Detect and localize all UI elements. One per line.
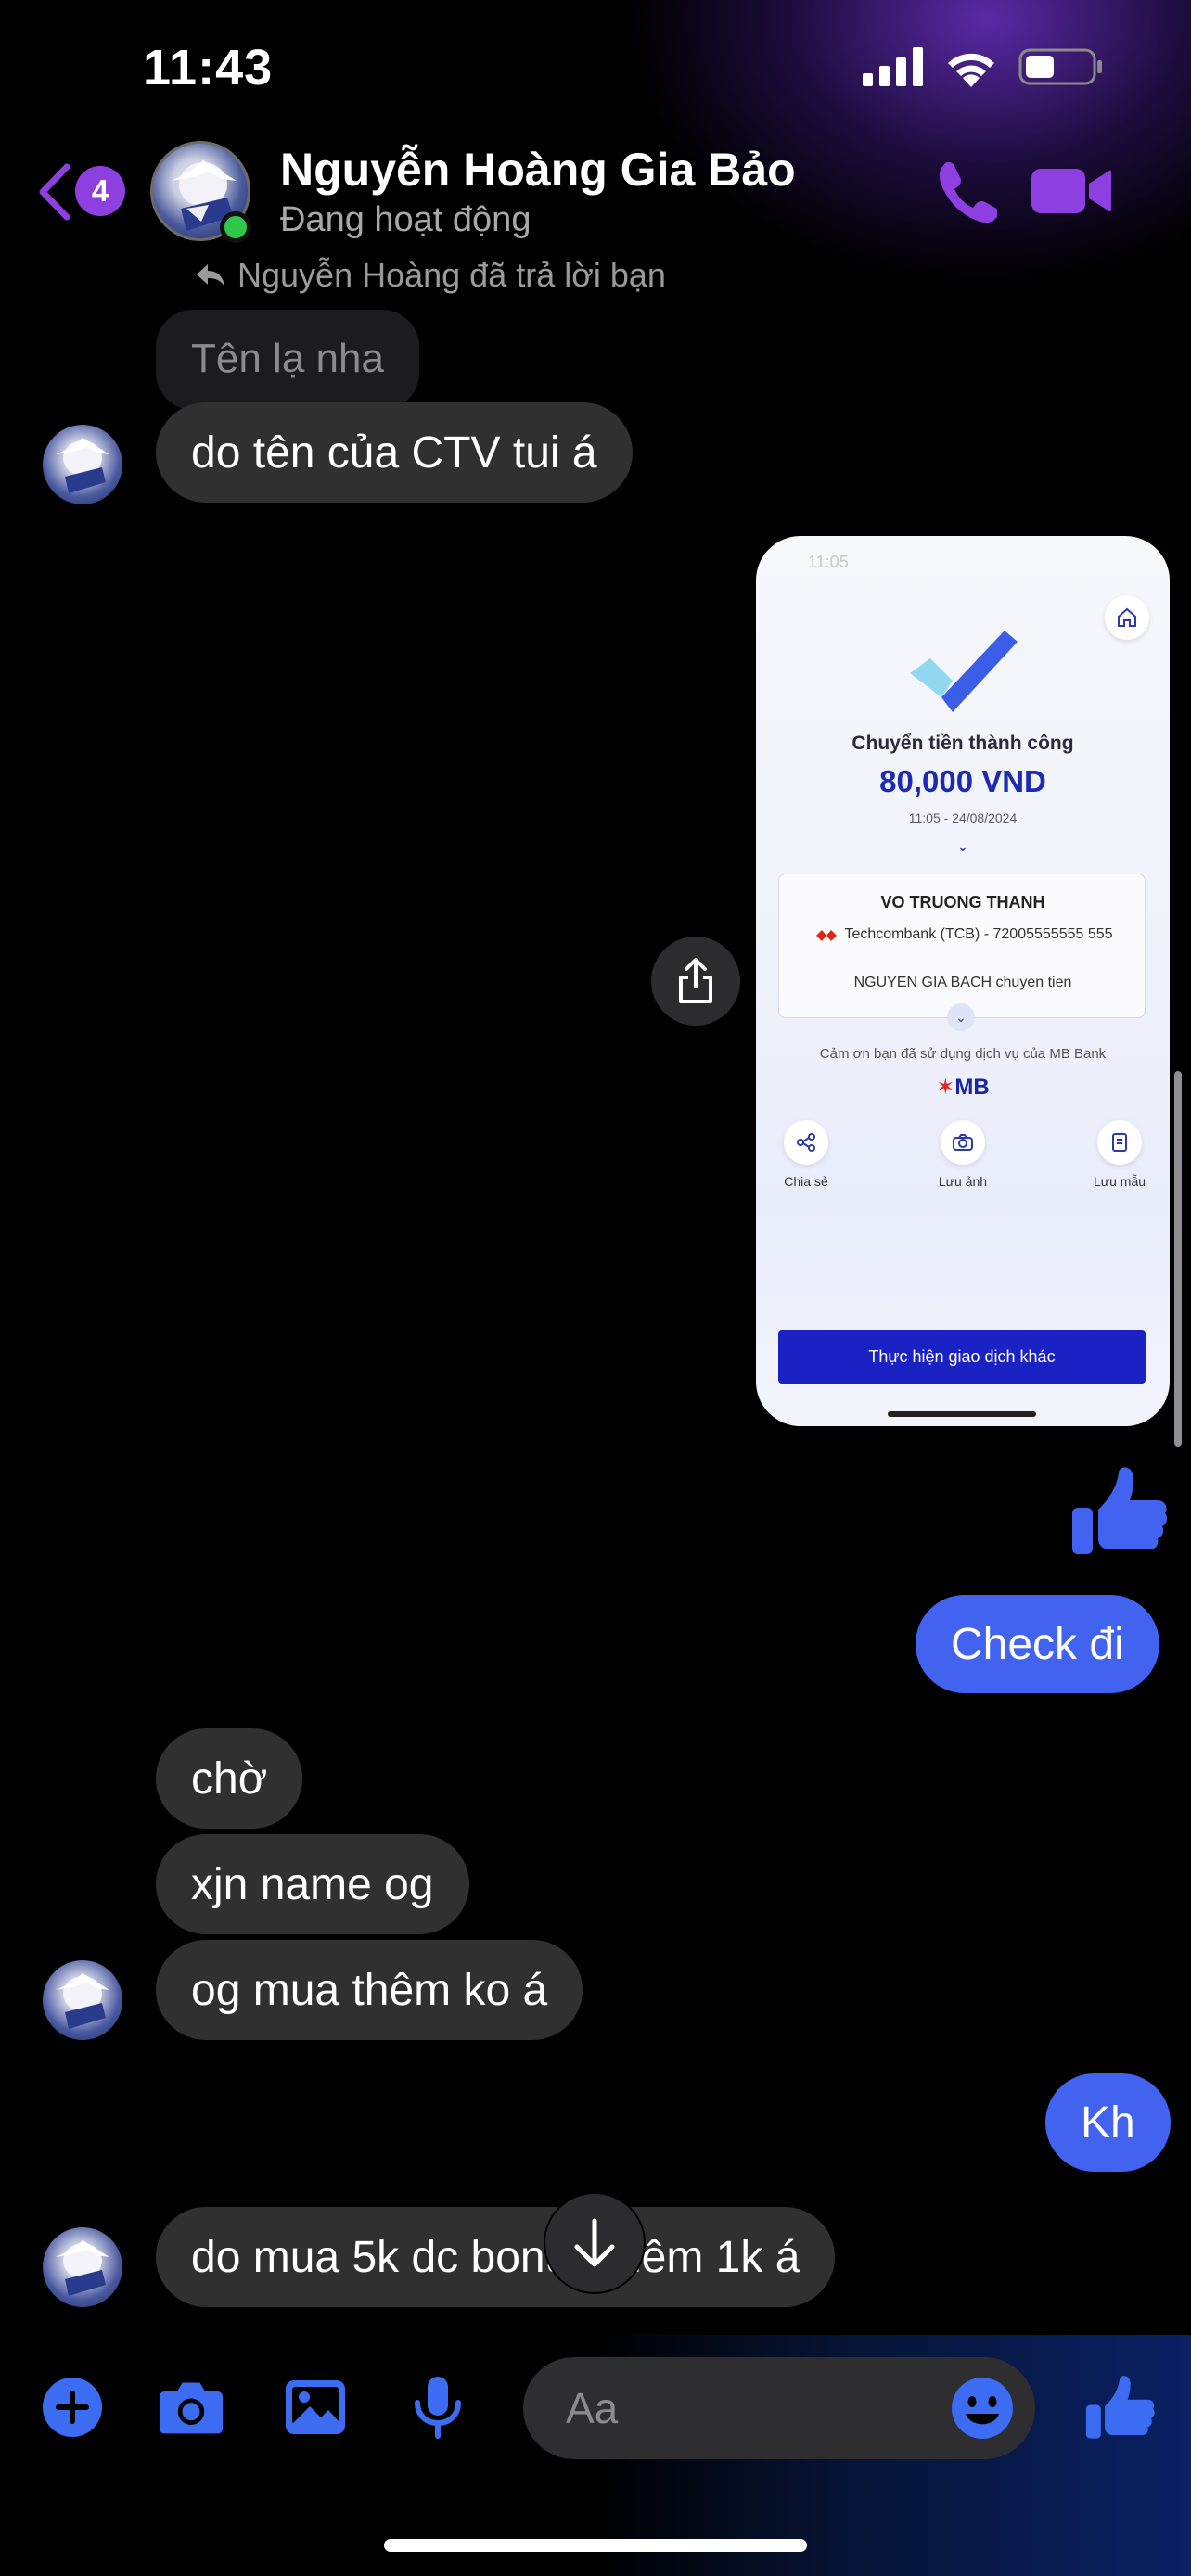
- receipt-recipient: VO TRUONG THANH: [880, 893, 1045, 912]
- expand-details-icon: ⌄: [947, 1003, 975, 1031]
- avatar-art-icon: [56, 2240, 109, 2296]
- receipt-note: NGUYEN GIA BACH chuyen tien: [853, 975, 1072, 990]
- receipt-action-label: Lưu ảnh: [938, 1174, 988, 1189]
- mb-brand-text: MB: [954, 1075, 990, 1100]
- success-checkmark-icon: [910, 631, 1018, 712]
- message-placeholder: Aa: [566, 2384, 619, 2432]
- incoming-message[interactable]: chờ: [156, 1728, 303, 1829]
- receipt-action-label: Lưu mẫu: [1093, 1174, 1146, 1189]
- wifi-icon: [948, 53, 994, 87]
- gallery-icon: [286, 2380, 345, 2434]
- scroll-to-bottom-button[interactable]: [544, 2192, 646, 2294]
- receipt-thanks: Cảm ơn bạn đã sử dụng dịch vụ của MB Ban…: [819, 1046, 1107, 1062]
- share-icon: [679, 958, 712, 1003]
- quoted-message[interactable]: Tên lạ nha: [156, 310, 419, 410]
- back-button[interactable]: 4: [35, 159, 125, 224]
- receipt-amount: 80,000 VND: [879, 764, 1046, 798]
- receipt-details-card: VO TRUONG THANH Techcombank (TCB) - 7200…: [778, 874, 1146, 1018]
- camera-button[interactable]: [158, 2374, 224, 2441]
- sender-avatar[interactable]: [43, 1960, 122, 2040]
- avatar-art-icon: [56, 438, 109, 493]
- receipt-action-save-image: Lưu ảnh: [916, 1120, 1009, 1189]
- home-icon: [1105, 595, 1149, 640]
- double-chevron-icon: ⌄: [955, 836, 970, 855]
- camera-icon: [941, 1120, 985, 1165]
- microphone-icon: [415, 2377, 461, 2439]
- sender-avatar[interactable]: [43, 2227, 122, 2307]
- receipt-status-time: 11:05: [808, 553, 849, 571]
- receipt-bank-line: Techcombank (TCB) - 72005555555 555: [844, 926, 1113, 942]
- emoji-icon[interactable]: [950, 2376, 1015, 2441]
- microphone-button[interactable]: [404, 2374, 471, 2441]
- receipt-home-indicator: [888, 1411, 1036, 1417]
- reply-note: Nguyễn Hoàng đã trả lời bạn: [195, 256, 666, 295]
- scrollbar[interactable]: [1174, 1071, 1182, 1447]
- avatar-art-icon: [56, 1973, 109, 2029]
- document-icon: [1097, 1120, 1142, 1165]
- chat-header: 4 Nguyễn Hoàng Gia Bảo Đang hoạt động: [0, 130, 1191, 255]
- reply-note-text: Nguyễn Hoàng đã trả lời bạn: [237, 256, 666, 294]
- plus-button[interactable]: [39, 2374, 106, 2441]
- receipt-title: Chuyển tiền thành công: [852, 733, 1074, 754]
- chevron-left-icon: [39, 163, 70, 221]
- outgoing-message[interactable]: Kh: [1045, 2073, 1171, 2172]
- receipt-action-share: Chia sẻ: [760, 1120, 852, 1189]
- home-indicator: [384, 2539, 807, 2552]
- phone-icon[interactable]: [932, 158, 997, 223]
- status-time: 11:43: [143, 40, 274, 96]
- arrow-down-icon: [574, 2218, 615, 2267]
- share-image-button[interactable]: [651, 937, 740, 1026]
- plus-icon: [43, 2378, 102, 2437]
- incoming-message[interactable]: do mua 5k dc bonus thêm 1k á: [156, 2207, 836, 2307]
- share-nodes-icon: [784, 1120, 828, 1165]
- outgoing-message[interactable]: Check đi: [916, 1595, 1159, 1693]
- thumbs-up-icon[interactable]: [1083, 2370, 1156, 2442]
- receipt-new-transaction-button: Thực hiện giao dịch khác: [778, 1330, 1146, 1384]
- camera-icon: [159, 2382, 224, 2434]
- contact-status: Đang hoạt động: [280, 200, 531, 239]
- status-icons: [863, 46, 1104, 87]
- receipt-datetime: 11:05 - 24/08/2024: [908, 810, 1018, 825]
- incoming-message[interactable]: xjn name og: [156, 1834, 469, 1934]
- contact-name[interactable]: Nguyễn Hoàng Gia Bảo: [280, 143, 796, 197]
- video-camera-icon[interactable]: [1031, 163, 1111, 219]
- mb-bank-logo: ✶MB: [756, 1074, 1170, 1101]
- reply-arrow-icon: [197, 264, 224, 287]
- online-indicator: [220, 211, 251, 243]
- message-input[interactable]: Aa: [523, 2357, 1035, 2459]
- mb-star-icon: ✶: [936, 1075, 955, 1100]
- incoming-message[interactable]: og mua thêm ko á: [156, 1940, 583, 2040]
- gallery-button[interactable]: [282, 2374, 349, 2441]
- unread-count-badge: 4: [75, 166, 125, 216]
- cellular-signal-icon: [863, 47, 923, 86]
- incoming-message[interactable]: do tên của CTV tui á: [156, 402, 633, 503]
- shared-receipt-image[interactable]: 11:05 Chuyển tiền thành công 80,000 VND …: [756, 536, 1170, 1426]
- battery-icon: [1018, 48, 1102, 85]
- messenger-chat-screen: 11:43 4 Nguyễn Hoàng Gia Bảo Đang hoạt đ…: [0, 0, 1191, 2576]
- thumbs-up-icon[interactable]: [1069, 1460, 1169, 1560]
- receipt-action-save-template: Lưu mẫu: [1073, 1120, 1166, 1189]
- sender-avatar[interactable]: [43, 425, 122, 504]
- receipt-action-label: Chia sẻ: [784, 1174, 828, 1189]
